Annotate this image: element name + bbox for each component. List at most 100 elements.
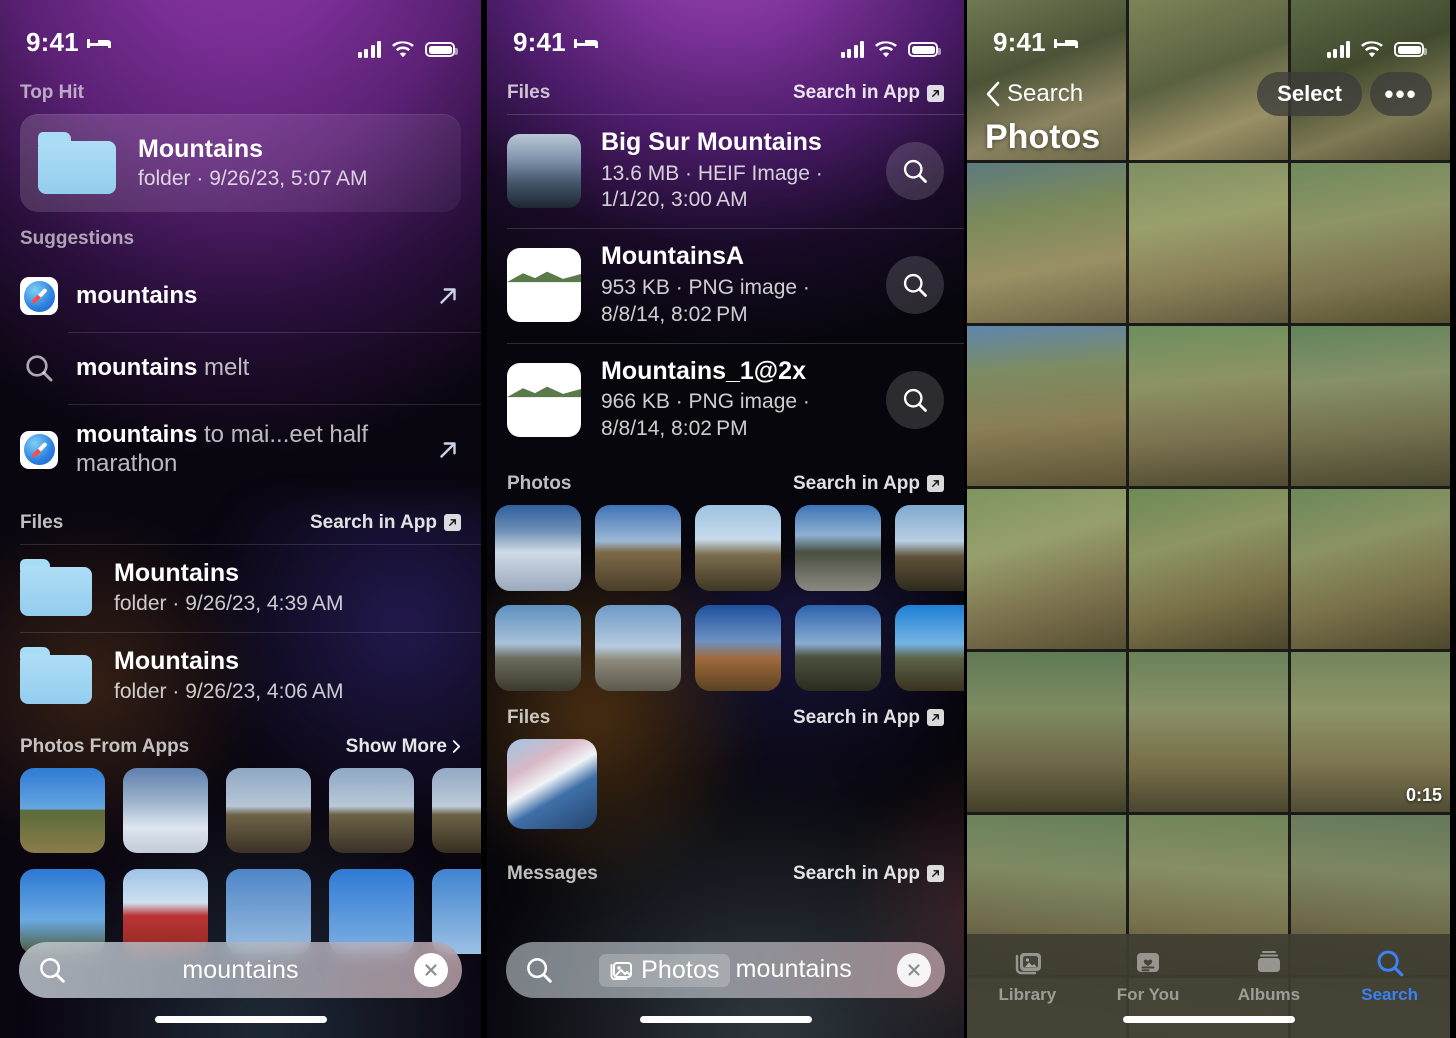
photo-cell[interactable] <box>1291 326 1450 486</box>
tab-for-you[interactable]: For You <box>1088 946 1209 1005</box>
home-indicator <box>1122 1016 1295 1023</box>
tab-albums[interactable]: Albums <box>1209 946 1330 1005</box>
photo-thumbnail[interactable] <box>495 504 581 591</box>
photos-icon <box>610 962 633 980</box>
photo-thumbnail[interactable] <box>695 504 781 591</box>
suggestions-list: mountains mountains melt mountains to ma… <box>0 260 481 496</box>
search-in-app-button[interactable]: Search in App <box>793 473 944 495</box>
photo-cell[interactable] <box>1291 489 1450 649</box>
photo-cell[interactable] <box>967 652 1126 812</box>
photo-thumbnail[interactable] <box>432 767 481 853</box>
photo-thumbnail[interactable] <box>595 504 681 591</box>
folder-icon <box>20 646 92 705</box>
photos-from-apps-strip <box>0 767 481 954</box>
file-row[interactable]: Mountains_1@2x 966 KB · PNG image · 8/8/… <box>487 342 964 457</box>
clear-search-button[interactable] <box>413 953 448 987</box>
photo-cell[interactable] <box>967 489 1126 649</box>
arrow-up-right-icon[interactable] <box>435 283 461 309</box>
arrow-up-right-icon[interactable] <box>435 437 461 463</box>
search-field[interactable]: mountains <box>19 942 462 998</box>
search-in-app-button[interactable]: Search in App <box>793 707 944 729</box>
photo-cell[interactable] <box>967 163 1126 323</box>
suggestion-row[interactable]: mountains <box>0 260 481 332</box>
chevron-left-icon <box>986 81 1000 107</box>
tab-search[interactable]: Search <box>1329 946 1450 1005</box>
section-title: Suggestions <box>20 228 135 249</box>
status-bar: 9:41 <box>0 0 481 66</box>
file-name: MountainsA <box>601 242 745 271</box>
suggestion-row[interactable]: mountains to mai...eet half marathon <box>0 404 481 496</box>
file-row[interactable]: Mountains folder · 9/26/23, 4:06 AM <box>0 631 481 720</box>
photos-grid <box>487 504 964 691</box>
photo-cell[interactable] <box>967 326 1126 486</box>
suggestion-text: mountains melt <box>76 354 461 383</box>
more-options-button[interactable]: ••• <box>1370 72 1432 116</box>
search-query-text: mountains <box>735 954 852 983</box>
external-link-icon <box>927 709 944 727</box>
battery-icon <box>1394 42 1427 57</box>
file-name: Mountains <box>114 559 239 588</box>
back-to-search-button[interactable]: Search <box>985 80 1083 108</box>
photo-thumbnail[interactable] <box>495 604 581 691</box>
photo-thumbnail[interactable] <box>123 767 208 853</box>
photo-cell[interactable] <box>1129 489 1288 649</box>
external-link-icon <box>927 84 944 102</box>
search-icon <box>527 958 552 983</box>
file-thumbnail <box>507 134 581 209</box>
search-in-app-label: Search in App <box>309 511 437 533</box>
photo-thumbnail[interactable] <box>507 738 597 829</box>
scope-token-label: Photos <box>641 955 720 984</box>
search-in-app-button[interactable]: Search in App <box>793 863 944 885</box>
search-in-file-button[interactable] <box>886 370 944 429</box>
search-in-file-button[interactable] <box>886 256 944 315</box>
photo-cell[interactable]: 0:15 <box>1291 652 1450 812</box>
photo-cell[interactable] <box>1129 326 1288 486</box>
photo-thumbnail[interactable] <box>329 767 414 853</box>
photo-thumbnail[interactable] <box>226 767 311 853</box>
suggestion-row[interactable]: mountains melt <box>0 332 481 404</box>
photos-app-search-results-screen: 0:15 0:10 9:41 <box>967 0 1450 1038</box>
suggestion-query: mountains <box>76 281 198 309</box>
photo-thumbnail[interactable] <box>795 604 881 691</box>
search-input[interactable]: mountains <box>67 956 414 985</box>
wifi-icon <box>875 41 897 58</box>
file-name: Mountains <box>114 647 239 676</box>
photo-thumbnail[interactable] <box>20 767 105 853</box>
folder-icon <box>20 558 92 617</box>
photo-cell[interactable] <box>1129 163 1288 323</box>
search-in-file-button[interactable] <box>886 142 944 201</box>
status-bar-time: 9:41 <box>513 27 566 57</box>
photo-cell[interactable] <box>1129 652 1288 812</box>
photo-thumbnail[interactable] <box>695 604 781 691</box>
file-row[interactable]: Mountains folder · 9/26/23, 4:39 AM <box>0 543 481 632</box>
photo-thumbnail[interactable] <box>795 504 881 591</box>
search-input[interactable]: Photos mountains <box>554 953 897 987</box>
search-in-app-button[interactable]: Search in App <box>310 512 461 534</box>
tab-library[interactable]: Library <box>967 946 1088 1005</box>
search-in-app-button[interactable]: Search in App <box>793 82 944 104</box>
show-more-button[interactable]: Show More <box>346 736 461 758</box>
photo-cell[interactable] <box>1291 163 1450 323</box>
search-icon <box>903 274 927 298</box>
bed-icon <box>86 35 112 51</box>
clear-search-button[interactable] <box>896 953 931 987</box>
photo-thumbnail[interactable] <box>595 604 681 691</box>
scope-token[interactable]: Photos <box>599 953 730 987</box>
search-in-app-label: Search in App <box>792 706 920 728</box>
top-hit-card[interactable]: Mountains folder · 9/26/23, 5:07 AM <box>20 114 461 212</box>
back-label: Search <box>1007 80 1084 107</box>
top-hit-meta: folder · 9/26/23, 5:07 AM <box>138 167 368 191</box>
status-bar-time: 9:41 <box>26 27 79 57</box>
suggestion-text: mountains to mai...eet half marathon <box>76 421 417 479</box>
file-row[interactable]: Big Sur Mountains 13.6 MB · HEIF Image ·… <box>487 114 964 228</box>
select-button[interactable]: Select <box>1257 72 1362 116</box>
photo-thumbnail[interactable] <box>895 504 964 591</box>
bed-icon <box>1053 35 1079 51</box>
search-icon <box>903 388 927 412</box>
file-row[interactable]: MountainsA 953 KB · PNG image · 8/8/14, … <box>487 228 964 342</box>
photo-thumbnail[interactable] <box>895 604 964 691</box>
search-field[interactable]: Photos mountains <box>506 942 945 998</box>
section-title: Messages <box>507 862 598 884</box>
section-title: Files <box>507 706 551 728</box>
cellular-bars-icon <box>357 41 381 58</box>
